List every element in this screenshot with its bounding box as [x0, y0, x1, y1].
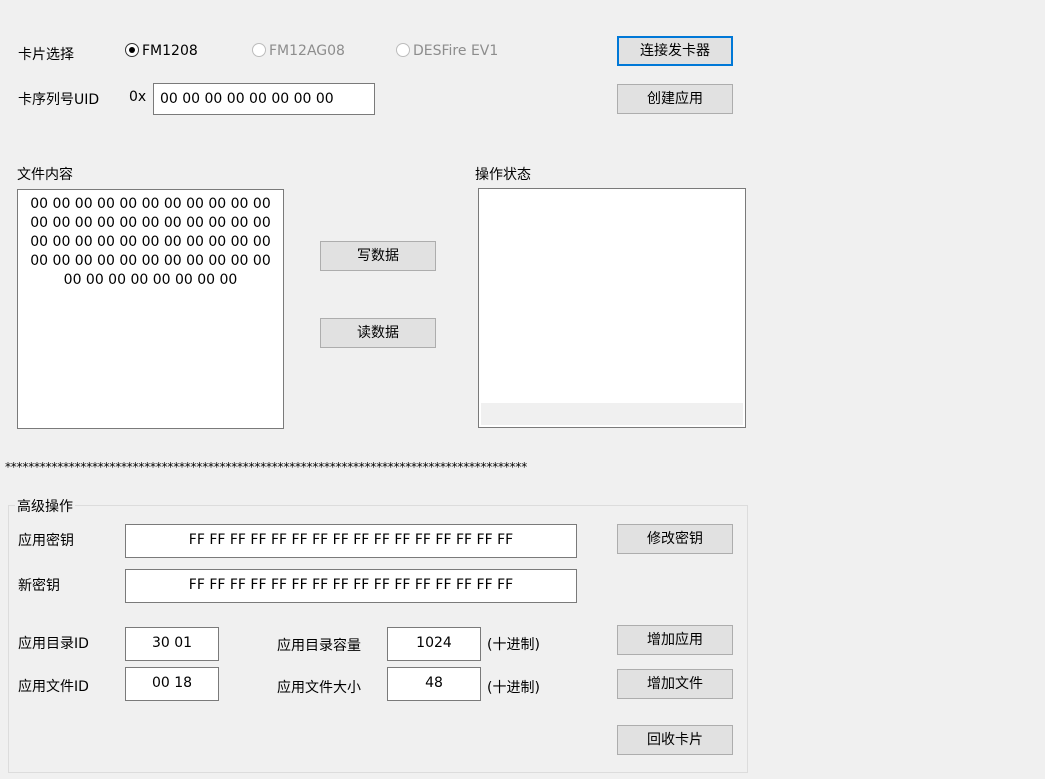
uid-input[interactable]: 00 00 00 00 00 00 00 00 — [153, 83, 375, 115]
new-key-label: 新密钥 — [18, 578, 60, 594]
file-size-label: 应用文件大小 — [277, 680, 361, 696]
create-app-button[interactable]: 创建应用 — [617, 84, 733, 114]
file-id-label: 应用文件ID — [18, 679, 89, 695]
file-line: 00 00 00 00 00 00 00 00 00 00 00 — [30, 215, 271, 231]
file-line: 00 00 00 00 00 00 00 00 00 00 00 — [30, 196, 271, 212]
radio-checked-icon — [125, 43, 139, 57]
decimal-label: (十进制) — [487, 637, 540, 653]
status-label: 操作状态 — [475, 167, 531, 183]
change-key-button[interactable]: 修改密钥 — [617, 524, 733, 554]
dir-id-label: 应用目录ID — [18, 636, 89, 652]
horizontal-scrollbar[interactable] — [481, 403, 743, 425]
file-line: 00 00 00 00 00 00 00 00 — [63, 272, 238, 288]
file-size-input[interactable]: 48 — [387, 667, 481, 701]
card-select-label: 卡片选择 — [18, 47, 74, 63]
radio-unchecked-icon — [396, 43, 410, 57]
new-key-input[interactable]: FF FF FF FF FF FF FF FF FF FF FF FF FF F… — [125, 569, 577, 603]
uid-label: 卡序列号UID — [18, 92, 100, 108]
add-file-button[interactable]: 增加文件 — [617, 669, 733, 699]
file-line: 00 00 00 00 00 00 00 00 00 00 00 — [30, 234, 271, 250]
dir-id-input[interactable]: 30 01 — [125, 627, 219, 661]
app-key-label: 应用密钥 — [18, 533, 74, 549]
recycle-card-button[interactable]: 回收卡片 — [617, 725, 733, 755]
file-content-label: 文件内容 — [17, 167, 73, 183]
dir-capacity-label: 应用目录容量 — [277, 638, 361, 654]
connect-reader-button[interactable]: 连接发卡器 — [617, 36, 733, 66]
advanced-group-title: 高级操作 — [15, 496, 75, 516]
radio-label: DESFire EV1 — [413, 43, 499, 59]
radio-unchecked-icon — [252, 43, 266, 57]
read-data-button[interactable]: 读数据 — [320, 318, 436, 348]
separator: ****************************************… — [5, 460, 528, 474]
radio-fm1208[interactable]: FM1208 — [125, 43, 198, 59]
write-data-button[interactable]: 写数据 — [320, 241, 436, 271]
radio-label: FM12AG08 — [269, 43, 345, 59]
radio-desfire: DESFire EV1 — [396, 43, 498, 59]
radio-label: FM1208 — [142, 43, 198, 59]
dir-capacity-input[interactable]: 1024 — [387, 627, 481, 661]
radio-fm12ag08: FM12AG08 — [252, 43, 345, 59]
file-content-textarea[interactable]: 00 00 00 00 00 00 00 00 00 00 00 00 00 0… — [17, 189, 284, 429]
status-list — [478, 188, 746, 428]
file-line: 00 00 00 00 00 00 00 00 00 00 00 — [30, 253, 271, 269]
add-app-button[interactable]: 增加应用 — [617, 625, 733, 655]
decimal-label: (十进制) — [487, 680, 540, 696]
app-key-input[interactable]: FF FF FF FF FF FF FF FF FF FF FF FF FF F… — [125, 524, 577, 558]
uid-prefix: 0x — [129, 89, 147, 105]
file-id-input[interactable]: 00 18 — [125, 667, 219, 701]
